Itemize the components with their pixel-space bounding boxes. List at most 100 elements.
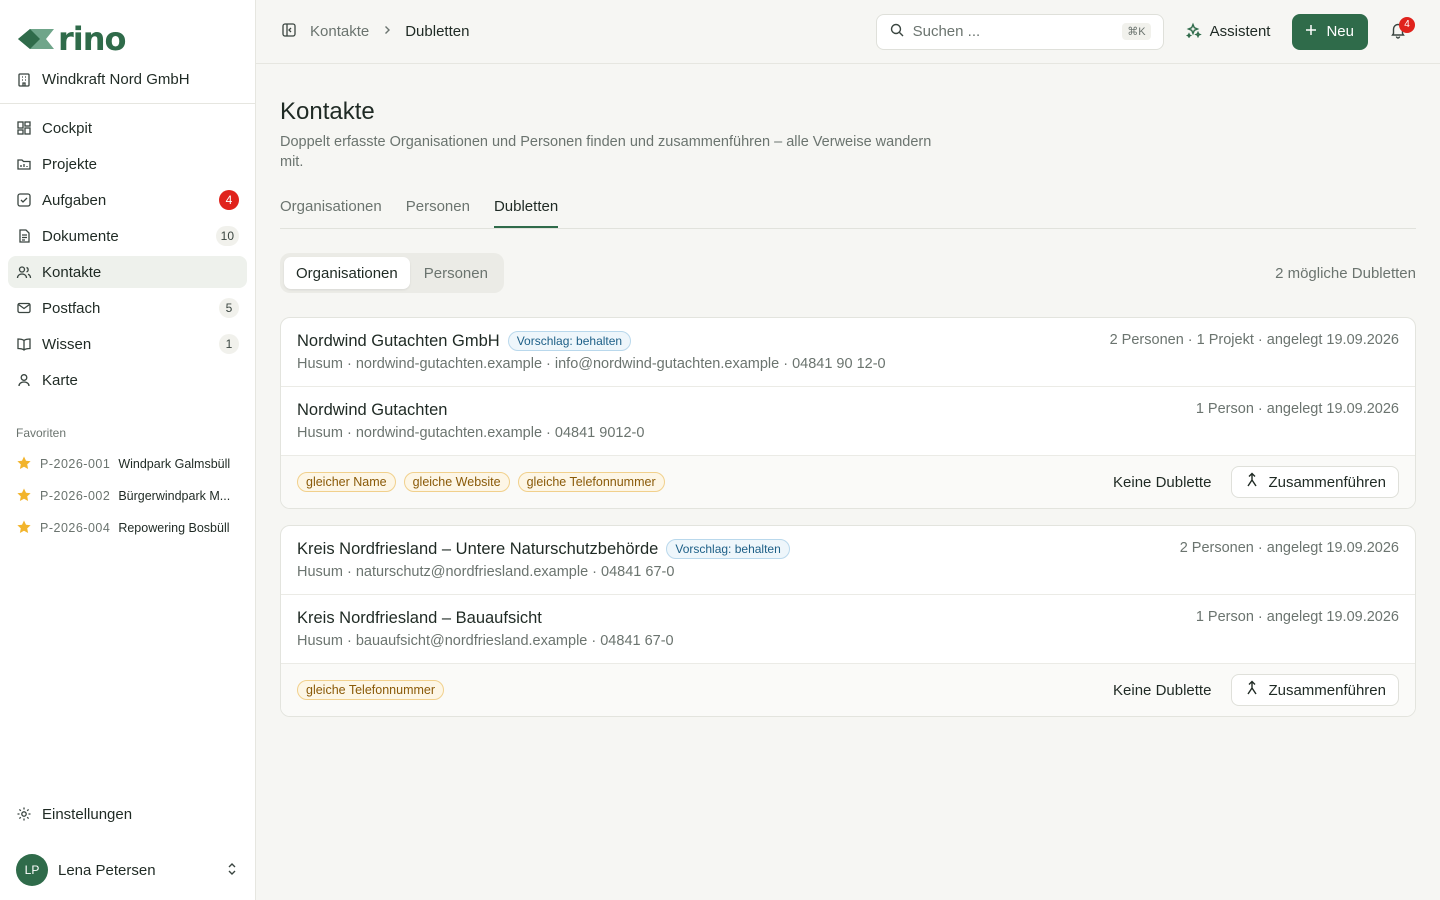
chevron-up-down-icon (225, 862, 239, 879)
segment-row: Organisationen Personen 2 mögliche Duble… (280, 253, 1416, 293)
document-icon (16, 228, 32, 244)
logo[interactable]: rino (0, 0, 255, 64)
breadcrumb-current: Dubletten (405, 23, 470, 40)
search-shortcut: ⌘K (1122, 23, 1151, 40)
star-icon (16, 519, 32, 538)
favorite-name: Windpark Galmsbüll (118, 457, 231, 471)
org-details: Husum · nordwind-gutachten.example · inf… (297, 356, 886, 372)
org-name: Kreis Nordfriesland – Bauaufsicht (297, 608, 542, 627)
no-duplicate-button[interactable]: Keine Dublette (1113, 682, 1211, 699)
sidebar-item-karte[interactable]: Karte (8, 364, 247, 396)
org-name: Windkraft Nord GmbH (42, 71, 190, 88)
match-reasons: gleicher Name gleiche Website gleiche Te… (297, 472, 665, 492)
duplicate-row[interactable]: Nordwind Gutachten Husum · nordwind-guta… (281, 387, 1415, 456)
favorite-name: Bürgerwindpark M... (118, 489, 231, 503)
merge-icon (1244, 472, 1260, 492)
sidebar-item-label: Wissen (42, 335, 92, 353)
sidebar-item-wissen[interactable]: Wissen 1 (8, 328, 247, 360)
sidebar-item-label: Projekte (42, 155, 98, 173)
mail-icon (16, 300, 32, 316)
document-count-badge: 10 (215, 226, 239, 246)
tab-organisationen[interactable]: Organisationen (280, 198, 382, 228)
topbar: Kontakte Dubletten Suchen ... ⌘K Assiste… (256, 0, 1440, 64)
user-name: Lena Petersen (58, 861, 156, 879)
notifications-button[interactable]: 4 (1380, 14, 1416, 50)
avatar: LP (16, 854, 48, 886)
logo-text: rino (58, 20, 127, 58)
favorite-code: P-2026-002 (40, 489, 111, 503)
assistant-button[interactable]: Assistent (1176, 14, 1281, 50)
search-placeholder: Suchen ... (912, 23, 981, 40)
no-duplicate-button[interactable]: Keine Dublette (1113, 474, 1211, 491)
tab-personen[interactable]: Personen (406, 198, 470, 228)
breadcrumb-item[interactable]: Kontakte (310, 23, 369, 40)
checkbox-icon (16, 192, 32, 208)
breadcrumb: Kontakte Dubletten (280, 21, 864, 43)
user-menu[interactable]: LP Lena Petersen (0, 842, 255, 898)
favorite-code: P-2026-001 (40, 457, 111, 471)
org-name: Kreis Nordfriesland – Untere Naturschutz… (297, 539, 659, 558)
assistant-label: Assistent (1209, 23, 1271, 40)
page-subtitle: Doppelt erfasste Organisationen und Pers… (280, 134, 932, 170)
sidebar-item-cockpit[interactable]: Cockpit (8, 112, 247, 144)
sidebar-footer: Einstellungen LP Lena Petersen (0, 798, 255, 900)
new-button-label: Neu (1326, 23, 1354, 40)
org-details: Husum · nordwind-gutachten.example · 048… (297, 425, 645, 441)
merge-button[interactable]: Zusammenführen (1231, 466, 1399, 498)
segment-personen[interactable]: Personen (412, 257, 500, 289)
duplicate-row[interactable]: Kreis Nordfriesland – Untere Naturschutz… (281, 526, 1415, 595)
search-input[interactable]: Suchen ... ⌘K (875, 13, 1164, 50)
favorite-item[interactable]: P-2026-001 Windpark Galmsbüll (0, 448, 255, 480)
match-reasons: gleiche Telefonnummer (297, 680, 445, 700)
merge-button[interactable]: Zusammenführen (1231, 674, 1399, 706)
sidebar-item-label: Karte (42, 371, 78, 389)
settings-link[interactable]: Einstellungen (0, 798, 255, 830)
segment-organisationen[interactable]: Organisationen (284, 257, 410, 289)
map-pin-icon (16, 372, 32, 388)
group-footer: gleiche Telefonnummer Keine Dublette Zus… (281, 664, 1415, 716)
duplicate-row[interactable]: Kreis Nordfriesland – Bauaufsicht Husum … (281, 595, 1415, 664)
dashboard-icon (16, 120, 32, 136)
merge-label: Zusammenführen (1268, 473, 1386, 491)
duplicate-row[interactable]: Nordwind Gutachten GmbH Vorschlag: behal… (281, 318, 1415, 387)
sidebar-toggle-icon[interactable] (280, 21, 298, 43)
settings-label: Einstellungen (42, 805, 133, 823)
star-icon (16, 487, 32, 506)
notification-count-badge: 4 (1399, 16, 1415, 33)
favorites-title: Favoriten (16, 426, 67, 440)
mail-count-badge: 5 (219, 298, 239, 318)
main-area: Kontakte Dubletten Suchen ... ⌘K Assiste… (256, 0, 1440, 900)
keep-suggestion-badge: Vorschlag: behalten (666, 539, 790, 559)
sidebar-item-label: Postfach (42, 299, 101, 317)
sidebar-nav: Cockpit Projekte Aufgaben 4 Dokumente 10… (0, 104, 255, 400)
knowledge-count-badge: 1 (219, 334, 239, 354)
sidebar-item-projekte[interactable]: Projekte (8, 148, 247, 180)
sidebar-item-label: Kontakte (42, 263, 102, 281)
chevron-right-icon (381, 23, 393, 40)
merge-icon (1244, 680, 1260, 700)
sidebar-item-postfach[interactable]: Postfach 5 (8, 292, 247, 324)
page-content: Kontakte Doppelt erfasste Organisationen… (256, 64, 1440, 717)
sidebar-item-label: Cockpit (42, 119, 93, 137)
app-root: rino Windkraft Nord GmbH Cockpit Projekt… (0, 0, 1440, 900)
search-icon (889, 22, 905, 42)
duplicates-count: 2 mögliche Dubletten (1275, 264, 1416, 282)
page-title: Kontakte (280, 98, 375, 125)
sidebar-item-dokumente[interactable]: Dokumente 10 (8, 220, 247, 252)
org-meta: 1 Person · angelegt 19.09.2026 (1195, 609, 1399, 625)
tab-dubletten[interactable]: Dubletten (493, 198, 559, 228)
favorite-item[interactable]: P-2026-002 Bürgerwindpark M... (0, 480, 255, 512)
org-name: Nordwind Gutachten GmbH (297, 331, 500, 350)
duplicate-group: Kreis Nordfriesland – Untere Naturschutz… (280, 525, 1416, 717)
org-meta: 2 Personen · angelegt 19.09.2026 (1179, 540, 1399, 556)
sidebar: rino Windkraft Nord GmbH Cockpit Projekt… (0, 0, 256, 900)
sidebar-item-aufgaben[interactable]: Aufgaben 4 (8, 184, 247, 216)
book-icon (16, 336, 32, 352)
sidebar-item-label: Dokumente (42, 227, 119, 245)
keep-suggestion-badge: Vorschlag: behalten (507, 331, 632, 351)
segmented-control: Organisationen Personen (280, 253, 504, 293)
new-button[interactable]: Neu (1292, 13, 1368, 50)
sidebar-item-kontakte[interactable]: Kontakte (8, 256, 247, 288)
favorite-item[interactable]: P-2026-004 Repowering Bosbüll (0, 512, 255, 544)
org-switcher[interactable]: Windkraft Nord GmbH (0, 64, 255, 104)
